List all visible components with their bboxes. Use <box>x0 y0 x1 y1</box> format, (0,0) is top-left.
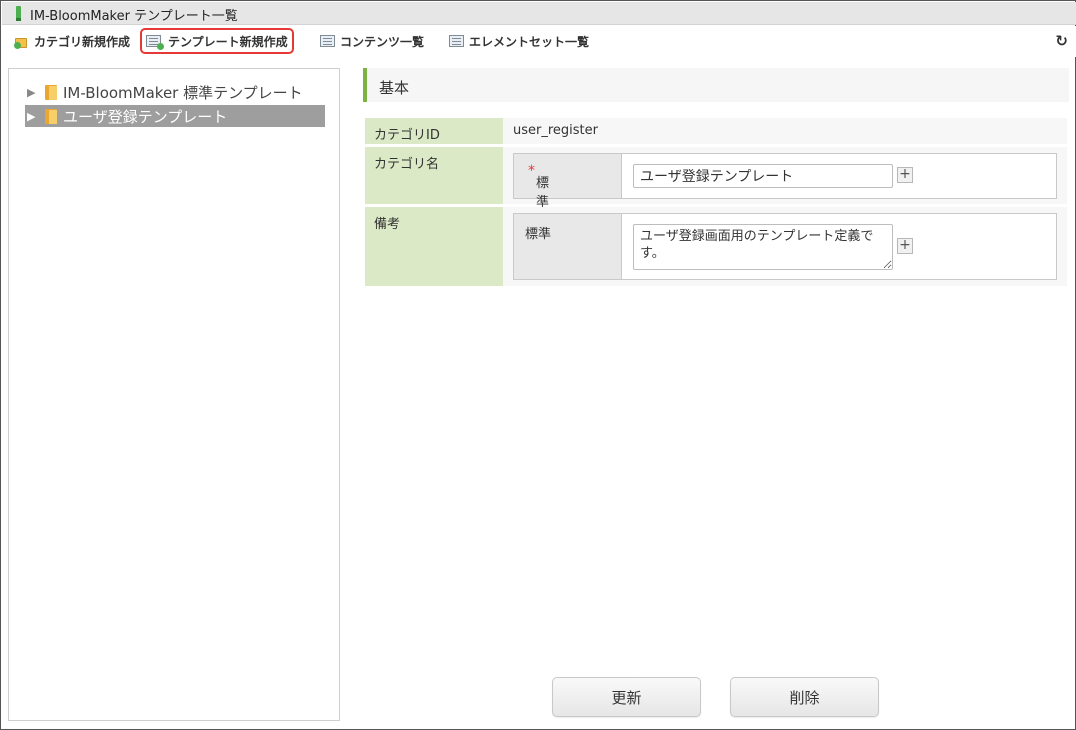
tree-item-standard-template[interactable]: ▶ IM-BloomMaker 標準テンプレート <box>25 81 325 103</box>
app-logo-icon <box>16 6 21 21</box>
title-bar: IM-BloomMaker テンプレート一覧 <box>2 2 1076 25</box>
update-button[interactable]: 更新 <box>552 677 701 717</box>
add-locale-button[interactable]: + <box>897 167 913 183</box>
category-name-input[interactable] <box>633 164 893 188</box>
tree-item-user-register-template[interactable]: ▶ ユーザ登録テンプレート <box>25 105 325 127</box>
category-tree-panel: ▶ IM-BloomMaker 標準テンプレート ▶ ユーザ登録テンプレート <box>8 68 340 721</box>
remarks-locale-box: 標準 ユーザ登録画面用のテンプレート定義です。 + <box>513 213 1057 280</box>
locale-label: 標準 <box>525 227 552 242</box>
tree-item-label: IM-BloomMaker 標準テンプレート <box>63 83 303 102</box>
toolbar: カテゴリ新規作成 テンプレート新規作成 コンテンツ一覧 エレメントセット一覧 ↻ <box>2 26 1076 57</box>
locale-label-cell: 標準 * <box>514 154 622 210</box>
locale-label: 標準 <box>536 176 550 210</box>
add-locale-button[interactable]: + <box>897 238 913 254</box>
folder-icon <box>45 84 57 100</box>
add-template-icon <box>146 34 164 50</box>
expand-arrow-icon[interactable]: ▶ <box>27 110 39 123</box>
new-template-label: テンプレート新規作成 <box>168 34 288 49</box>
category-name-label: カテゴリ名 <box>374 157 440 172</box>
window-title: IM-BloomMaker テンプレート一覧 <box>30 9 238 24</box>
new-category-label: カテゴリ新規作成 <box>34 34 131 49</box>
category-id-value: user_register <box>513 123 598 138</box>
add-category-icon <box>14 35 29 49</box>
delete-button[interactable]: 削除 <box>730 677 879 717</box>
remarks-textarea[interactable]: ユーザ登録画面用のテンプレート定義です。 <box>633 224 893 270</box>
new-template-button[interactable]: テンプレート新規作成 <box>140 28 294 54</box>
label-cell: 備考 <box>365 207 503 286</box>
list-icon <box>449 35 464 47</box>
folder-icon <box>45 108 57 124</box>
elementset-list-label: エレメントセット一覧 <box>469 34 590 49</box>
list-icon <box>320 35 335 47</box>
category-name-locale-box: 標準* + <box>513 153 1057 210</box>
expand-arrow-icon[interactable]: ▶ <box>27 86 39 99</box>
tree-item-label: ユーザ登録テンプレート <box>63 107 228 126</box>
row-category-id: カテゴリID user_register <box>365 118 1067 144</box>
refresh-icon[interactable]: ↻ <box>1055 32 1068 50</box>
elementset-list-button[interactable]: エレメントセット一覧 <box>445 28 593 54</box>
required-mark: * <box>528 163 535 179</box>
new-category-button[interactable]: カテゴリ新規作成 <box>10 28 134 54</box>
contents-list-button[interactable]: コンテンツ一覧 <box>316 28 428 54</box>
contents-list-label: コンテンツ一覧 <box>340 34 425 49</box>
label-cell: カテゴリ名 <box>365 147 503 204</box>
section-title: 基本 <box>379 79 410 97</box>
locale-label-wrap: 標準 * <box>525 163 549 210</box>
app-window: IM-BloomMaker テンプレート一覧 カテゴリ新規作成 テンプレート新規… <box>0 0 1076 730</box>
locale-label-cell: 標準 <box>514 214 622 279</box>
remarks-label: 備考 <box>374 217 401 232</box>
row-category-name: カテゴリ名 標準* + <box>365 147 1067 210</box>
section-header: 基本 <box>363 68 1069 102</box>
row-remarks: 備考 標準 ユーザ登録画面用のテンプレート定義です。 + <box>365 207 1067 286</box>
category-id-label: カテゴリID <box>374 128 440 143</box>
label-cell: カテゴリID <box>365 118 503 144</box>
